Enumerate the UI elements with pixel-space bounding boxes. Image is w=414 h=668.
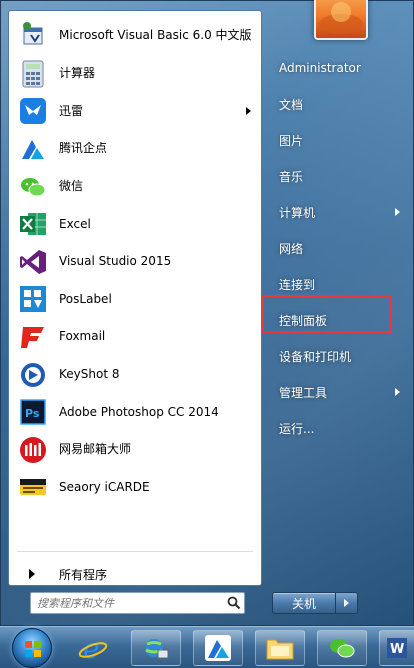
taskbar-network-button[interactable] bbox=[131, 630, 181, 666]
program-list-divider bbox=[17, 551, 253, 552]
word-icon: W bbox=[387, 638, 407, 658]
menu-item-label: 网络 bbox=[279, 241, 304, 256]
taskbar-qidian-button[interactable] bbox=[193, 630, 243, 666]
program-item-netease-mail[interactable]: 网易邮箱大师 bbox=[9, 431, 261, 469]
calculator-icon bbox=[19, 60, 47, 88]
program-list-pane: Microsoft Visual Basic 6.0 中文版 计算器 迅雷 腾讯… bbox=[8, 10, 262, 586]
visual-studio-icon bbox=[19, 248, 47, 276]
submenu-arrow-icon bbox=[246, 107, 251, 116]
program-item-poslabel[interactable]: PosLabel bbox=[9, 281, 261, 319]
netease-mail-icon bbox=[19, 436, 47, 464]
program-label: Adobe Photoshop CC 2014 bbox=[59, 404, 219, 419]
program-item-visual-studio[interactable]: Visual Studio 2015 bbox=[9, 243, 261, 281]
keyshot-icon bbox=[19, 361, 47, 389]
menu-item-label: Administrator bbox=[279, 61, 361, 75]
menu-item-label: 控制面板 bbox=[279, 313, 328, 328]
foxmail-icon bbox=[19, 323, 47, 351]
poslabel-icon bbox=[19, 285, 47, 313]
start-orb[interactable] bbox=[12, 628, 52, 668]
user-picture[interactable] bbox=[314, 0, 368, 40]
program-label: 微信 bbox=[59, 179, 84, 194]
program-item-photoshop[interactable]: Ps Adobe Photoshop CC 2014 bbox=[9, 393, 261, 431]
menu-item-connect-to[interactable]: 连接到 bbox=[264, 266, 412, 302]
program-label: 腾讯企点 bbox=[59, 141, 108, 156]
vb6-icon bbox=[19, 21, 47, 49]
program-label: KeyShot 8 bbox=[59, 367, 120, 382]
submenu-arrow-icon bbox=[395, 208, 400, 216]
taskbar-word-button[interactable]: W bbox=[379, 630, 414, 666]
program-item-keyshot[interactable]: KeyShot 8 bbox=[9, 356, 261, 394]
menu-item-label: 计算机 bbox=[279, 205, 316, 220]
network-globe-icon bbox=[145, 639, 169, 659]
program-label: Excel bbox=[59, 216, 91, 231]
menu-item-run[interactable]: 运行... bbox=[264, 410, 412, 446]
expand-arrow-icon bbox=[29, 569, 35, 579]
menu-item-label: 音乐 bbox=[279, 169, 304, 184]
menu-item-network[interactable]: 网络 bbox=[264, 230, 412, 266]
shutdown-group: 关机 bbox=[272, 592, 360, 614]
menu-item-label: 文档 bbox=[279, 97, 304, 112]
chevron-right-icon bbox=[344, 599, 349, 607]
program-item-wechat[interactable]: 微信 bbox=[9, 168, 261, 206]
menu-item-documents[interactable]: 文档 bbox=[264, 86, 412, 122]
taskbar: e W bbox=[0, 626, 414, 668]
xunlei-icon bbox=[19, 97, 47, 125]
program-item-foxmail[interactable]: Foxmail bbox=[9, 318, 261, 356]
search-input[interactable] bbox=[31, 596, 224, 610]
menu-item-music[interactable]: 音乐 bbox=[264, 158, 412, 194]
program-label: Microsoft Visual Basic 6.0 中文版 bbox=[59, 27, 252, 42]
program-label: PosLabel bbox=[59, 291, 112, 306]
menu-item-label: 图片 bbox=[279, 133, 304, 148]
taskbar-ie-button[interactable]: e bbox=[68, 630, 118, 666]
excel-icon bbox=[19, 210, 47, 238]
folder-icon bbox=[266, 639, 294, 660]
pinned-program-list: Microsoft Visual Basic 6.0 中文版 计算器 迅雷 腾讯… bbox=[9, 15, 261, 506]
program-label: Foxmail bbox=[59, 329, 106, 344]
wechat-icon bbox=[19, 173, 47, 201]
taskbar-explorer-button[interactable] bbox=[255, 630, 305, 666]
menu-item-pictures[interactable]: 图片 bbox=[264, 122, 412, 158]
taskbar-wechat-button[interactable] bbox=[317, 630, 367, 666]
menu-item-control-panel[interactable]: 控制面板 bbox=[264, 302, 412, 338]
program-item-calculator[interactable]: 计算器 bbox=[9, 55, 261, 93]
program-label: Seaory iCARDE bbox=[59, 479, 150, 494]
program-label: 网易邮箱大师 bbox=[59, 442, 132, 457]
all-programs-button[interactable]: 所有程序 bbox=[9, 561, 261, 587]
svg-text:W: W bbox=[390, 642, 404, 657]
shutdown-button[interactable]: 关机 bbox=[272, 592, 336, 614]
program-label: 计算器 bbox=[59, 66, 96, 81]
menu-item-label: 连接到 bbox=[279, 277, 316, 292]
right-menu-list: Administrator 文档 图片 音乐 计算机 网络 连接到 控制面板 设… bbox=[264, 50, 412, 446]
program-item-tencent-qidian[interactable]: 腾讯企点 bbox=[9, 130, 261, 168]
shutdown-options-button[interactable] bbox=[336, 592, 358, 614]
wechat-icon bbox=[330, 639, 355, 658]
search-box bbox=[30, 592, 245, 614]
menu-item-devices-printers[interactable]: 设备和打印机 bbox=[264, 338, 412, 374]
program-item-excel[interactable]: Excel bbox=[9, 205, 261, 243]
menu-item-computer[interactable]: 计算机 bbox=[264, 194, 412, 230]
menu-item-label: 管理工具 bbox=[279, 385, 328, 400]
menu-item-label: 设备和打印机 bbox=[279, 349, 352, 364]
menu-item-label: 运行... bbox=[279, 421, 315, 436]
internet-explorer-icon: e bbox=[78, 632, 108, 664]
menu-item-user[interactable]: Administrator bbox=[264, 50, 412, 86]
flower-picture-icon bbox=[319, 2, 363, 34]
windows-logo-icon bbox=[25, 641, 41, 657]
program-label: 迅雷 bbox=[59, 103, 84, 118]
program-item-vb6[interactable]: Microsoft Visual Basic 6.0 中文版 bbox=[9, 15, 261, 55]
seaory-icarde-icon bbox=[19, 473, 47, 501]
program-item-seaory-icarde[interactable]: Seaory iCARDE bbox=[9, 469, 261, 507]
tencent-qidian-icon bbox=[205, 635, 231, 661]
program-label: Visual Studio 2015 bbox=[59, 254, 172, 269]
program-item-xunlei[interactable]: 迅雷 bbox=[9, 93, 261, 131]
submenu-arrow-icon bbox=[395, 388, 400, 396]
svg-text:Ps: Ps bbox=[25, 407, 40, 420]
all-programs-label: 所有程序 bbox=[59, 567, 108, 582]
tencent-qidian-icon bbox=[19, 135, 47, 163]
menu-item-admin-tools[interactable]: 管理工具 bbox=[264, 374, 412, 410]
photoshop-icon: Ps bbox=[19, 398, 47, 426]
search-icon[interactable] bbox=[224, 593, 244, 613]
